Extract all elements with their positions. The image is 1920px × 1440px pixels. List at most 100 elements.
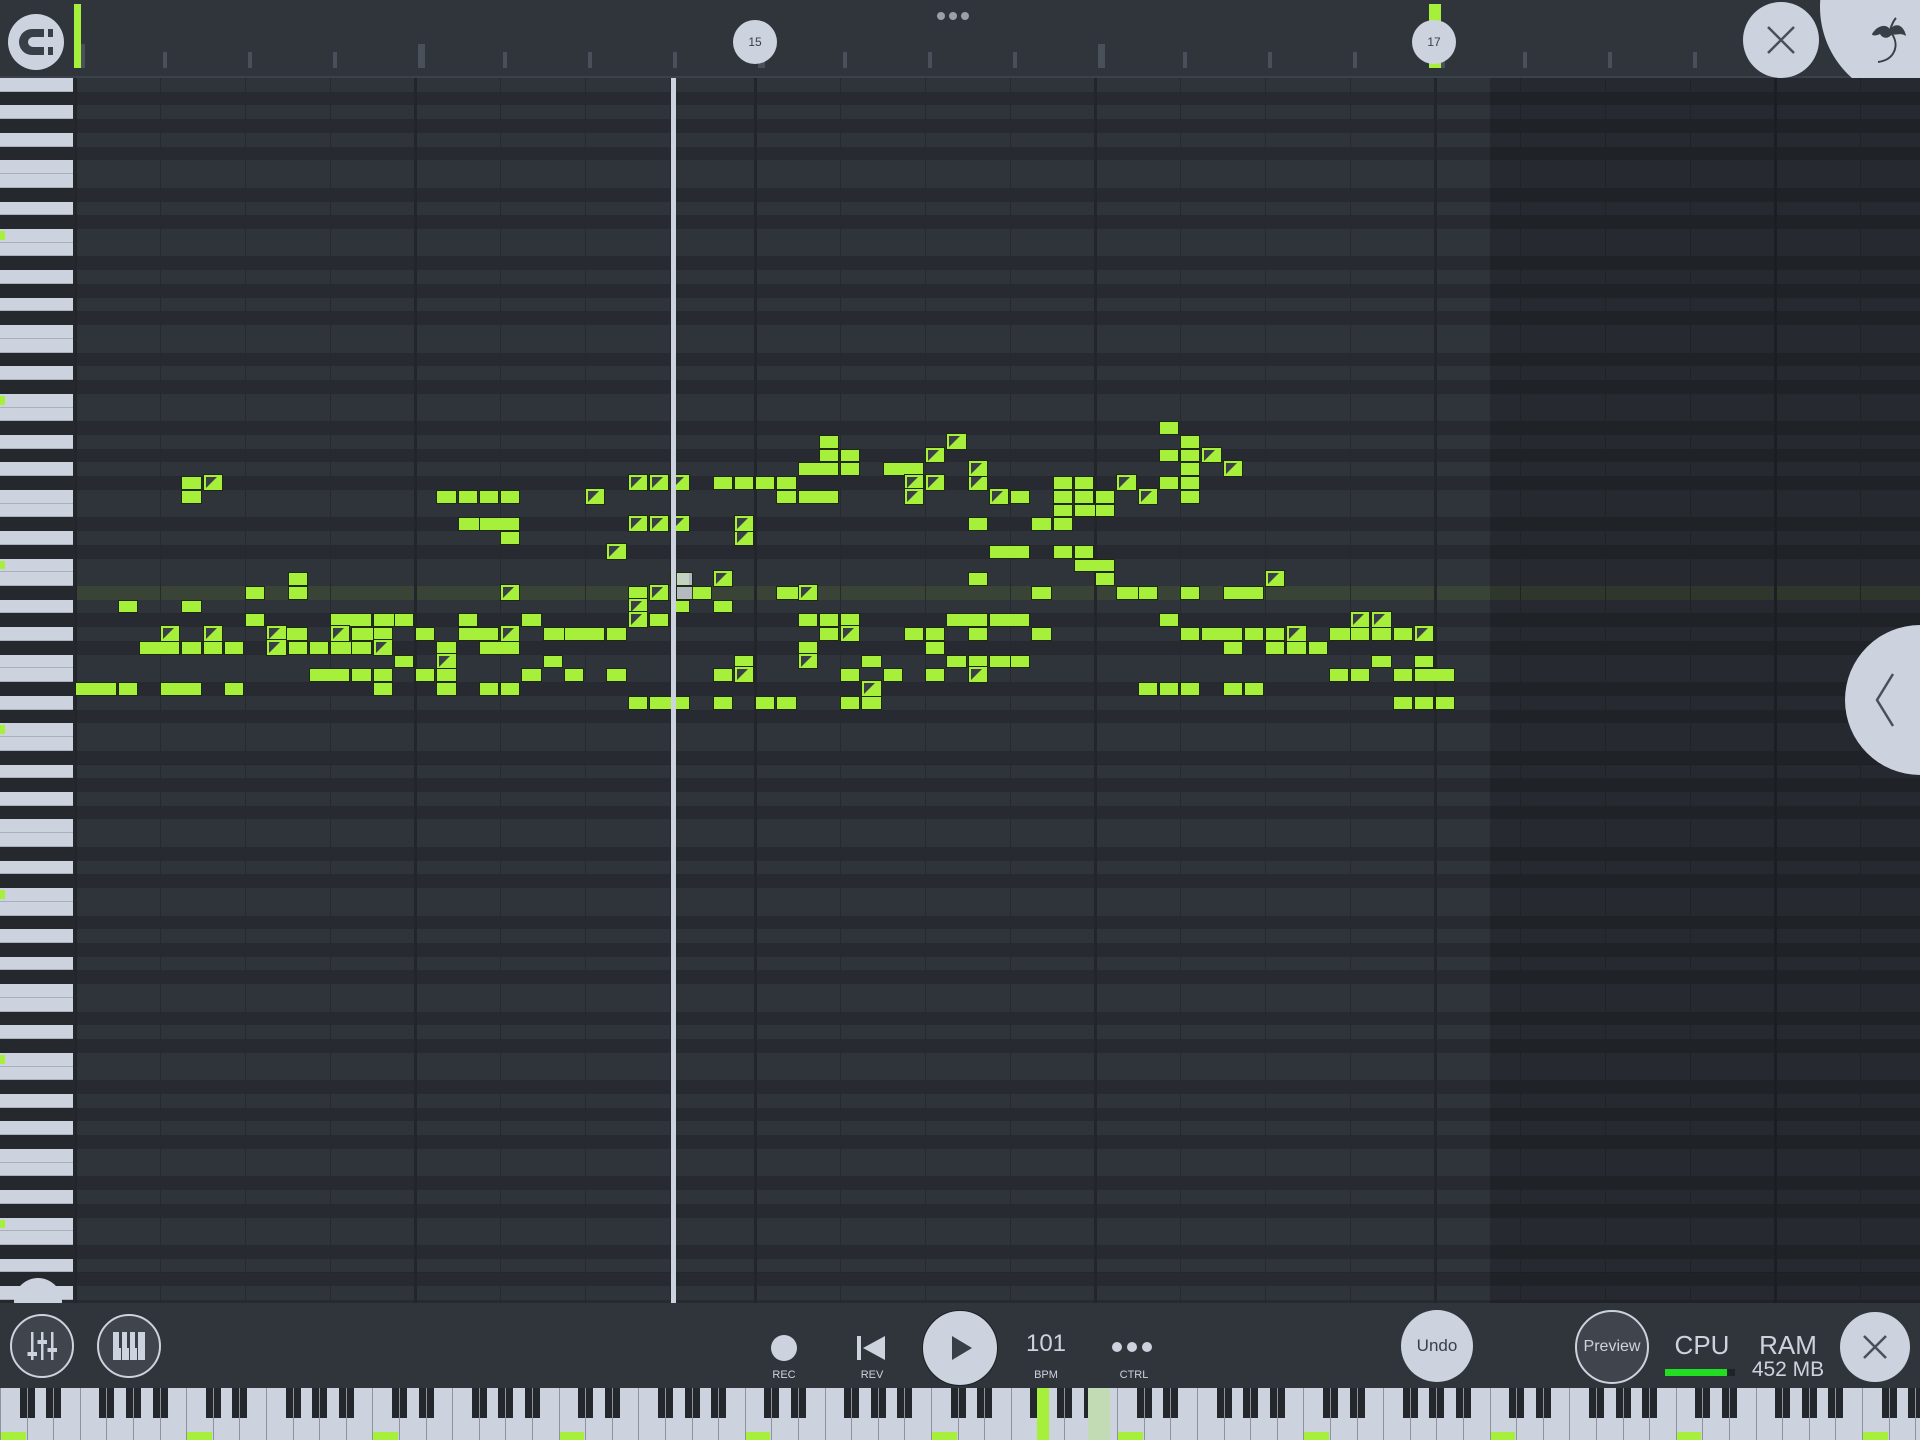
slide-note[interactable] — [733, 666, 754, 684]
slide-note[interactable] — [627, 611, 648, 629]
slide-note[interactable] — [648, 474, 669, 491]
piano-key[interactable] — [0, 1121, 73, 1136]
note[interactable] — [478, 489, 499, 504]
slide-note[interactable] — [1222, 460, 1243, 478]
slide-note[interactable] — [1116, 474, 1137, 491]
slide-note[interactable] — [988, 487, 1009, 505]
piano-key[interactable] — [0, 860, 73, 875]
note[interactable] — [521, 668, 542, 683]
note[interactable] — [925, 668, 946, 683]
keyboard-white-key[interactable] — [425, 1388, 427, 1440]
note[interactable] — [967, 627, 988, 641]
note[interactable] — [1073, 476, 1094, 490]
piano-key[interactable] — [0, 338, 73, 353]
note[interactable] — [1350, 627, 1371, 641]
note[interactable] — [457, 613, 478, 628]
keyboard-white-key[interactable] — [877, 1388, 879, 1440]
piano-key[interactable] — [0, 407, 73, 422]
piano-key[interactable] — [0, 531, 73, 545]
note[interactable] — [1010, 654, 1031, 669]
keyboard-white-key[interactable] — [638, 1388, 640, 1440]
keyboard-white-key[interactable] — [1250, 1388, 1252, 1440]
note[interactable] — [1031, 517, 1052, 532]
keyboard-white-key[interactable] — [771, 1388, 773, 1440]
note[interactable] — [1435, 695, 1456, 710]
piano-key[interactable] — [0, 1025, 73, 1040]
keyboard-white-key[interactable] — [212, 1388, 214, 1440]
keyboard-white-key[interactable] — [532, 1388, 533, 1440]
note[interactable] — [1180, 476, 1201, 490]
piano-key[interactable] — [0, 956, 73, 971]
keyboard-white-key[interactable] — [1463, 1388, 1464, 1440]
close-piano-roll-button[interactable] — [1743, 2, 1819, 78]
piano-key[interactable] — [0, 888, 73, 902]
piano-key[interactable] — [0, 695, 73, 710]
slide-note[interactable] — [436, 652, 457, 670]
note[interactable] — [1073, 544, 1094, 559]
piano-key[interactable] — [0, 1217, 73, 1232]
slide-note[interactable] — [372, 638, 393, 656]
keyboard-white-key[interactable] — [1596, 1388, 1597, 1440]
keyboard-white-key[interactable] — [1729, 1388, 1730, 1440]
note[interactable] — [946, 613, 988, 628]
keyboard-white-key[interactable] — [106, 1388, 108, 1440]
piano-key[interactable] — [0, 242, 73, 257]
note[interactable] — [1222, 682, 1243, 696]
note[interactable] — [1052, 544, 1073, 559]
note[interactable] — [712, 476, 733, 490]
note[interactable] — [1137, 586, 1158, 600]
keyboard-white-key[interactable] — [1782, 1388, 1784, 1440]
piano-key[interactable] — [0, 929, 73, 943]
note[interactable] — [988, 613, 1031, 628]
piano-key[interactable] — [0, 833, 73, 847]
note[interactable] — [1158, 421, 1179, 435]
note[interactable] — [1307, 640, 1328, 655]
keyboard-white-key[interactable] — [26, 1388, 28, 1440]
slide-note[interactable] — [330, 625, 351, 642]
piano-key[interactable] — [0, 434, 73, 449]
note[interactable] — [1095, 489, 1116, 504]
note[interactable] — [181, 599, 202, 614]
note[interactable] — [223, 640, 244, 655]
piano-key[interactable] — [0, 668, 73, 683]
note[interactable] — [1392, 695, 1413, 710]
loop-start-handle[interactable] — [74, 4, 81, 68]
note[interactable] — [372, 668, 393, 683]
note[interactable] — [1095, 572, 1116, 586]
keyboard-white-key[interactable] — [798, 1388, 799, 1440]
note[interactable] — [245, 586, 266, 600]
slide-note[interactable] — [585, 487, 606, 505]
note[interactable] — [946, 654, 967, 669]
piano-key[interactable] — [0, 1231, 73, 1246]
slide-note[interactable] — [903, 487, 924, 505]
piano-key[interactable] — [0, 558, 73, 573]
slide-note[interactable] — [202, 625, 223, 642]
keyboard-white-key[interactable] — [1702, 1388, 1704, 1440]
piano-key[interactable] — [0, 297, 73, 312]
note[interactable] — [861, 654, 882, 669]
note[interactable] — [1180, 448, 1201, 463]
note[interactable] — [415, 668, 436, 683]
note[interactable] — [1158, 682, 1179, 696]
piano-key[interactable] — [0, 997, 73, 1012]
note[interactable] — [1392, 627, 1413, 641]
keyboard-white-key[interactable] — [1197, 1388, 1198, 1440]
note[interactable] — [1243, 627, 1264, 641]
piano-key[interactable] — [0, 393, 73, 408]
keyboard-white-key[interactable] — [585, 1388, 587, 1440]
keyboard-white-key[interactable] — [1755, 1388, 1757, 1440]
note[interactable] — [882, 668, 903, 683]
note[interactable] — [988, 544, 1031, 559]
keyboard-black-key[interactable] — [1908, 1388, 1920, 1418]
keyboard-white-key[interactable] — [1330, 1388, 1331, 1440]
slide-note[interactable] — [500, 584, 521, 601]
note[interactable] — [797, 489, 839, 504]
note[interactable] — [1265, 640, 1286, 655]
undo-button[interactable]: Undo — [1401, 1310, 1473, 1382]
slide-note[interactable] — [925, 446, 946, 464]
note[interactable] — [351, 668, 372, 683]
keyboard-white-key[interactable] — [1888, 1388, 1890, 1440]
note[interactable] — [1095, 503, 1116, 518]
bar-marker-15[interactable]: 15 — [733, 20, 777, 64]
note[interactable] — [542, 654, 563, 669]
